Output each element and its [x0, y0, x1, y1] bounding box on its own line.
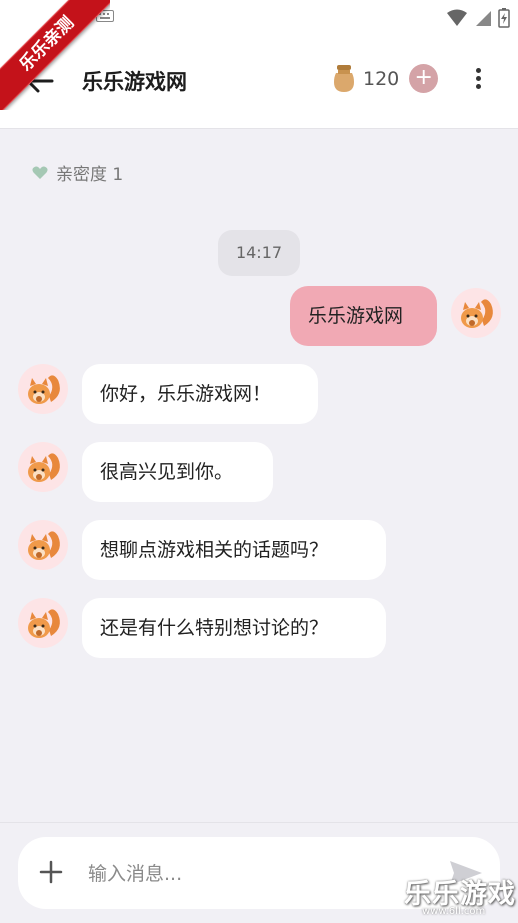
more-options-button[interactable] [468, 66, 488, 98]
more-dot [475, 76, 481, 81]
message-bubble-incoming[interactable]: 你好，乐乐游戏网！ [82, 364, 318, 424]
squirrel-avatar-icon [28, 375, 60, 404]
squirrel-avatar-icon [28, 453, 60, 482]
add-attachment-button[interactable] [38, 859, 64, 885]
signal-icon [476, 11, 491, 26]
message-bubble-incoming[interactable]: 想聊点游戏相关的话题吗？ [82, 520, 386, 580]
avatar[interactable] [451, 288, 501, 338]
coin-jar-icon [334, 64, 354, 92]
squirrel-avatar-icon [28, 531, 60, 560]
message-bubble-incoming[interactable]: 还是有什么特别想讨论的？ [82, 598, 386, 658]
message-input[interactable] [86, 855, 430, 893]
timestamp-pill: 14:17 [218, 230, 300, 276]
plus-icon: + [414, 65, 433, 90]
intimacy-label: 亲密度 1 [56, 165, 124, 185]
intimacy-level: 亲密度 1 [32, 160, 123, 185]
more-dot [475, 84, 481, 89]
add-icon [39, 860, 63, 884]
corner-ribbon-text: 乐乐亲测 [0, 0, 110, 110]
watermark-url: www.6ll.com [422, 906, 486, 917]
heart-icon [32, 166, 48, 179]
wifi-icon [447, 9, 467, 26]
status-right [446, 8, 510, 28]
more-vertical-icon [475, 68, 481, 73]
avatar[interactable] [18, 442, 68, 492]
avatar[interactable] [18, 598, 68, 648]
message-bubble-outgoing[interactable]: 乐乐游戏网 [290, 286, 437, 346]
message-bubble-incoming[interactable]: 很高兴见到你。 [82, 442, 273, 502]
add-coins-button[interactable]: + [409, 64, 439, 93]
corner-ribbon: 乐乐亲测 [0, 0, 110, 110]
squirrel-avatar-icon [28, 609, 60, 638]
coin-count: 120 [363, 67, 400, 90]
avatar[interactable] [18, 364, 68, 414]
squirrel-avatar-icon [461, 299, 493, 328]
coin-balance: 120 + [332, 64, 439, 93]
battery-icon [498, 8, 510, 28]
avatar[interactable] [18, 520, 68, 570]
